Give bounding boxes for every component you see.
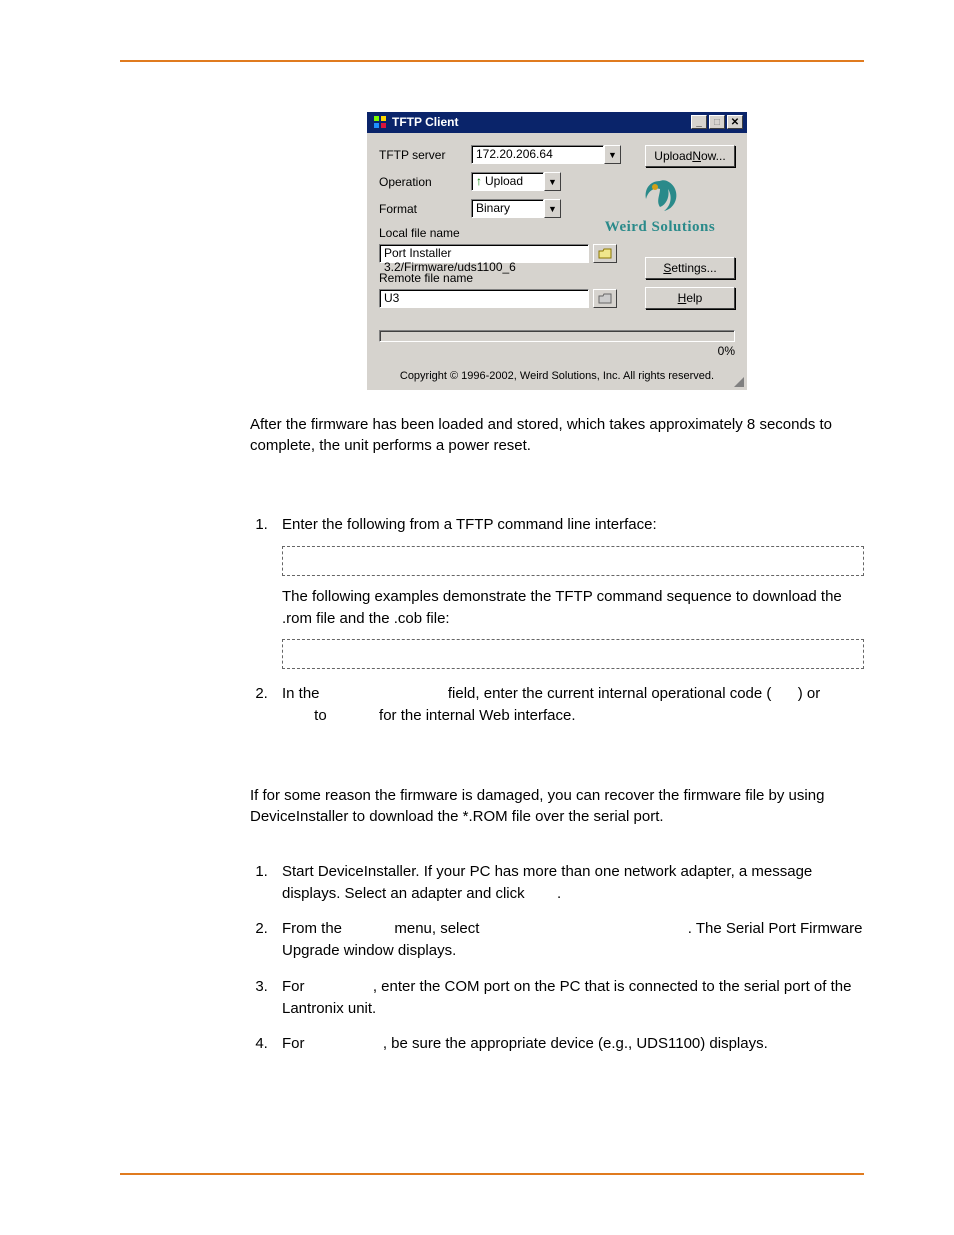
format-dropdown[interactable]: ▼ [544, 199, 561, 218]
step-1-text: Enter the following from a TFTP command … [282, 516, 657, 533]
codebox-1 [282, 546, 864, 576]
progress-percent: 0% [379, 344, 735, 358]
rstep-3: For , enter the COM port on the PC that … [272, 976, 864, 1020]
step-1-note: The following examples demonstrate the T… [282, 588, 842, 627]
rstep-2: From the menu, select . The Serial Port … [272, 918, 864, 962]
format-select[interactable]: Binary [471, 199, 544, 218]
minimize-button[interactable]: _ [691, 115, 707, 129]
copyright-text: Copyright © 1996-2002, Weird Solutions, … [367, 364, 747, 390]
after-window-paragraph: After the firmware has been loaded and s… [250, 414, 864, 456]
remote-file-input[interactable]: U3 [379, 289, 589, 308]
tftp-server-label: TFTP server [379, 148, 471, 162]
page-content: TFTP Client _ □ ✕ TFTP server 172.20.206… [250, 112, 864, 1055]
tftp-cli-steps: Enter the following from a TFTP command … [272, 514, 864, 727]
operation-select[interactable]: ↑Upload [471, 172, 544, 191]
bottom-rule [120, 1173, 864, 1175]
progress-bar [379, 330, 735, 342]
close-button[interactable]: ✕ [727, 115, 743, 129]
step-1: Enter the following from a TFTP command … [272, 514, 864, 669]
window-body: TFTP server 172.20.206.64 ▼ Operation ↑U… [367, 133, 747, 364]
remote-file-browse-button[interactable] [593, 289, 617, 308]
settings-button[interactable]: Settings... [645, 257, 735, 279]
operation-dropdown[interactable]: ▼ [544, 172, 561, 191]
operation-label: Operation [379, 175, 471, 189]
rstep-1: Start DeviceInstaller. If your PC has mo… [272, 861, 864, 905]
tftp-server-dropdown[interactable]: ▼ [604, 145, 621, 164]
step-2: In the field, enter the current internal… [272, 683, 864, 727]
window-title: TFTP Client [392, 115, 458, 129]
tftp-server-input[interactable]: 172.20.206.64 [471, 145, 604, 164]
maximize-button[interactable]: □ [709, 115, 725, 129]
help-button[interactable]: Help [645, 287, 735, 309]
vendor-name: Weird Solutions [585, 219, 735, 236]
app-icon [373, 115, 387, 129]
upload-now-button[interactable]: Upload Now... [645, 145, 735, 167]
recover-steps: Start DeviceInstaller. If your PC has mo… [272, 861, 864, 1055]
tftp-client-window: TFTP Client _ □ ✕ TFTP server 172.20.206… [367, 112, 747, 390]
top-rule [120, 60, 864, 62]
recover-intro: If for some reason the firmware is damag… [250, 785, 864, 827]
titlebar: TFTP Client _ □ ✕ [367, 112, 747, 133]
resize-grip-icon[interactable] [731, 374, 745, 388]
format-label: Format [379, 202, 471, 216]
rstep-4: For , be sure the appropriate device (e.… [272, 1033, 864, 1055]
vendor-logo: Weird Solutions [585, 177, 735, 236]
local-file-input[interactable]: Port Installer 3.2/Firmware/uds1100_6 [379, 244, 589, 263]
local-file-browse-button[interactable] [593, 244, 617, 263]
codebox-2 [282, 639, 864, 669]
